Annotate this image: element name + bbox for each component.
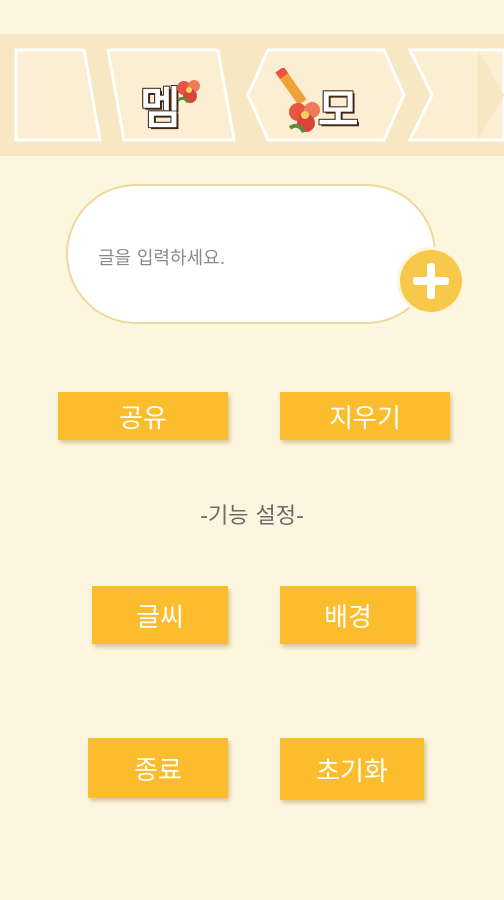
erase-button[interactable]: 지우기 (280, 392, 450, 440)
font-button[interactable]: 글씨 (92, 586, 228, 644)
title-banner: 멤 모 (0, 34, 504, 156)
background-button[interactable]: 배경 (280, 586, 416, 644)
share-button[interactable]: 공유 (58, 392, 228, 440)
exit-button[interactable]: 종료 (88, 738, 228, 798)
status-bar-space (0, 0, 504, 34)
banner-arrows (14, 48, 504, 142)
title-char-mo: 모 (318, 85, 359, 136)
plus-icon (413, 263, 449, 299)
settings-section-label: -기능 설정- (200, 504, 304, 529)
memo-input-card (66, 184, 436, 324)
title-char-me: 멤 (140, 83, 181, 134)
add-memo-button[interactable] (400, 250, 462, 312)
reset-button[interactable]: 초기화 (280, 738, 424, 800)
memo-input[interactable] (96, 242, 400, 274)
